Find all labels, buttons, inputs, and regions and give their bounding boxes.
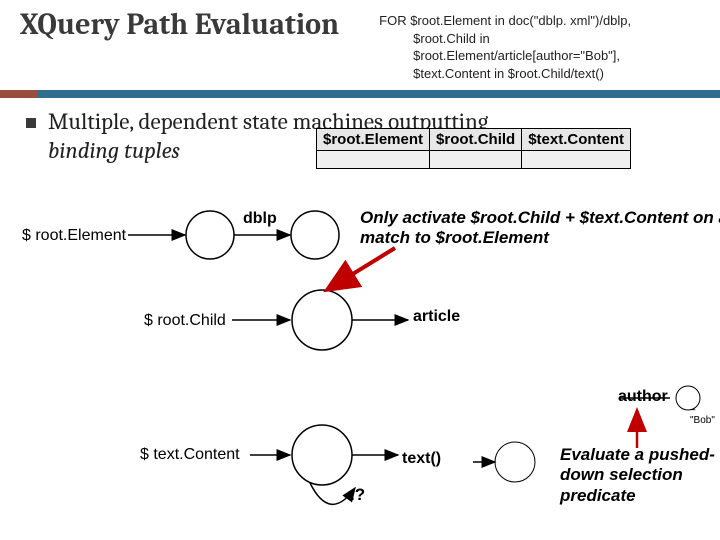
tuple-table: $root.Element $root.Child $text.Content bbox=[316, 128, 631, 169]
code-line-2: $root.Child in $root.Element/article[aut… bbox=[379, 30, 700, 65]
label-set: set bbox=[509, 455, 526, 470]
code-line-1: FOR $root.Element in doc("dblp. xml")/db… bbox=[379, 12, 700, 30]
code-block: FOR $root.Element in doc("dblp. xml")/db… bbox=[379, 8, 700, 82]
edge-label-textfn: text() bbox=[402, 450, 441, 468]
cell-0 bbox=[317, 151, 430, 169]
divider bbox=[0, 90, 720, 98]
label-rootChild: $ root.Child bbox=[144, 312, 226, 330]
page-title: XQuery Path Evaluation bbox=[20, 8, 379, 41]
note-predicate: Evaluate a pushed-down selection predica… bbox=[560, 445, 720, 506]
cell-1 bbox=[430, 151, 522, 169]
cell-2 bbox=[522, 151, 631, 169]
code-line-3: $text.Content in $root.Child/text() bbox=[379, 65, 700, 83]
note-activate: Only activate $root.Child + $text.Conten… bbox=[360, 208, 720, 249]
bullet-line2: binding tuples bbox=[48, 137, 180, 164]
bullet-square bbox=[26, 118, 36, 128]
edge-label-author: author bbox=[618, 388, 668, 406]
edge-label-dblp: dblp bbox=[243, 210, 277, 228]
tuple-col-2: $text.Content bbox=[522, 129, 631, 151]
label-eqBob: = "Bob" bbox=[690, 404, 720, 426]
tuple-header-row: $root.Element $root.Child $text.Content bbox=[317, 129, 631, 151]
tuple-col-1: $root.Child bbox=[430, 129, 522, 151]
edge-label-q: .? bbox=[350, 485, 365, 505]
label-rootElement: $ root.Element bbox=[22, 227, 126, 245]
header: XQuery Path Evaluation FOR $root.Element… bbox=[0, 0, 720, 82]
edge-label-article: article bbox=[413, 308, 460, 326]
label-textContent: $ text.Content bbox=[140, 446, 240, 464]
tuple-data-row bbox=[317, 151, 631, 169]
tuple-col-0: $root.Element bbox=[317, 129, 430, 151]
